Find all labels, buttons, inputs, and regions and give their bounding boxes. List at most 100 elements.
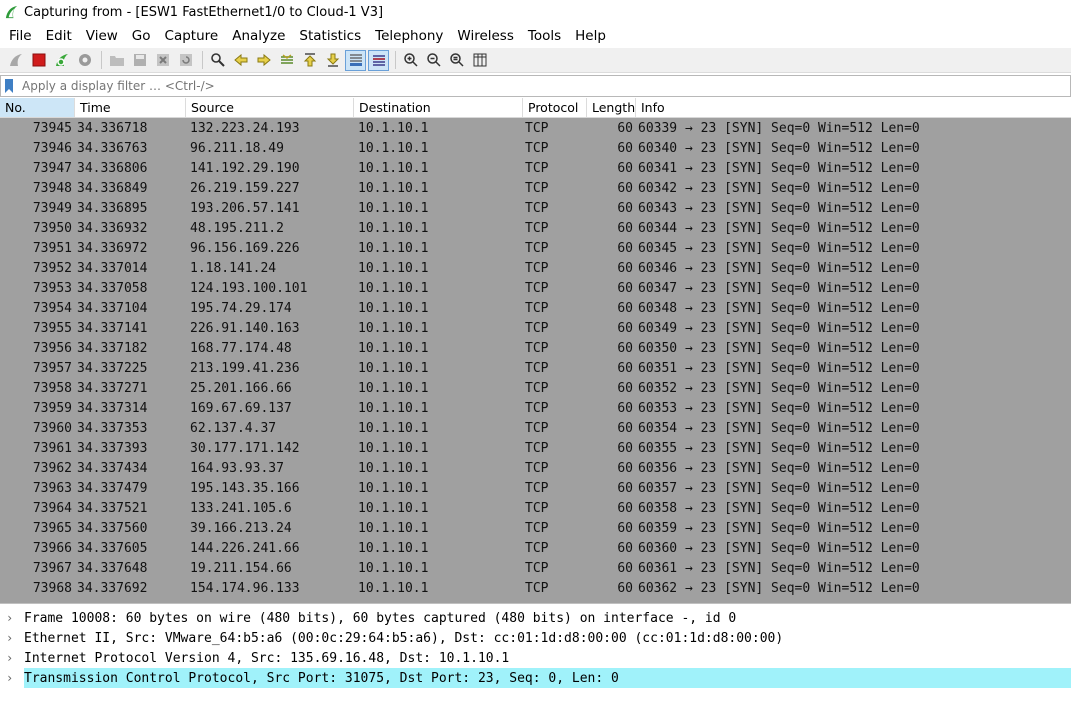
- go-first-packet-icon[interactable]: [299, 50, 320, 71]
- column-header-info[interactable]: Info: [636, 98, 1071, 117]
- packet-cell-dst: 10.1.10.1: [358, 220, 429, 236]
- display-filter-bar: [0, 75, 1071, 97]
- packet-cell-dst: 10.1.10.1: [358, 580, 429, 596]
- save-file-icon[interactable]: [129, 50, 150, 71]
- packet-row[interactable]: 73947 34.336806 141.192.29.190 10.1.10.1 TCP…: [0, 158, 1071, 178]
- menu-tools[interactable]: Tools: [521, 28, 568, 44]
- detail-tree-item[interactable]: › Ethernet II, Src: VMware_64:b5:a6 (00:0…: [0, 628, 1071, 648]
- menu-view[interactable]: View: [79, 28, 125, 44]
- packet-row[interactable]: 73967 34.337648 19.211.154.66 10.1.10.1 TCP 6…: [0, 558, 1071, 578]
- stop-capture-icon[interactable]: [28, 50, 49, 71]
- packet-cell-src: 48.195.211.2: [190, 220, 284, 236]
- menu-telephony[interactable]: Telephony: [368, 28, 450, 44]
- packet-cell-src: 144.226.241.66: [190, 540, 300, 556]
- packet-row[interactable]: 73960 34.337353 62.137.4.37 10.1.10.1 TCP 60 6…: [0, 418, 1071, 438]
- detail-tree-item[interactable]: › Transmission Control Protocol, Src Port…: [0, 668, 1071, 688]
- expand-arrow-icon[interactable]: ›: [0, 671, 24, 685]
- zoom-out-icon[interactable]: [423, 50, 444, 71]
- menu-analyze[interactable]: Analyze: [225, 28, 292, 44]
- packet-row[interactable]: 73961 34.337393 30.177.171.142 10.1.10.1 TCP…: [0, 438, 1071, 458]
- zoom-in-icon[interactable]: [400, 50, 421, 71]
- packet-row[interactable]: 73966 34.337605 144.226.241.66 10.1.10.1 TCP…: [0, 538, 1071, 558]
- packet-cell-len: 60: [617, 460, 633, 476]
- expand-arrow-icon[interactable]: ›: [0, 631, 24, 645]
- packet-cell-src: 25.201.166.66: [190, 380, 292, 396]
- packet-cell-no: 73950: [32, 220, 72, 236]
- go-to-packet-icon[interactable]: [276, 50, 297, 71]
- capture-options-icon[interactable]: [74, 50, 95, 71]
- menu-edit[interactable]: Edit: [39, 28, 79, 44]
- packet-row[interactable]: 73946 34.336763 96.211.18.49 10.1.10.1 TCP 60…: [0, 138, 1071, 158]
- resize-columns-icon[interactable]: [469, 50, 490, 71]
- packet-cell-proto: TCP: [525, 540, 549, 556]
- packet-cell-len: 60: [617, 120, 633, 136]
- packet-row[interactable]: 73952 34.337014 1.18.141.24 10.1.10.1 TCP 60 6…: [0, 258, 1071, 278]
- bookmark-icon[interactable]: [4, 77, 18, 95]
- packet-cell-no: 73964: [32, 500, 72, 516]
- menu-help[interactable]: Help: [568, 28, 613, 44]
- go-last-packet-icon[interactable]: [322, 50, 343, 71]
- display-filter-input[interactable]: [22, 79, 1070, 93]
- packet-row[interactable]: 73958 34.337271 25.201.166.66 10.1.10.1 TCP 6…: [0, 378, 1071, 398]
- normal-size-icon[interactable]: [446, 50, 467, 71]
- packet-cell-dst: 10.1.10.1: [358, 540, 429, 556]
- packet-cell-src: 39.166.213.24: [190, 520, 292, 536]
- packet-cell-src: 124.193.100.101: [190, 280, 308, 296]
- detail-tree-item[interactable]: › Frame 10008: 60 bytes on wire (480 bits…: [0, 608, 1071, 628]
- auto-scroll-icon[interactable]: [345, 49, 366, 71]
- packet-row[interactable]: 73948 34.336849 26.219.159.227 10.1.10.1 TCP…: [0, 178, 1071, 198]
- packet-cell-info: 60356 → 23 [SYN] Seq=0 Win=512 Len=0: [638, 460, 920, 476]
- packet-cell-len: 60: [617, 480, 633, 496]
- packet-row[interactable]: 73951 34.336972 96.156.169.226 10.1.10.1 TCP…: [0, 238, 1071, 258]
- packet-list[interactable]: No. Time Source Destination Protocol Len…: [0, 98, 1071, 604]
- detail-tree-item[interactable]: › Internet Protocol Version 4, Src: 135.6…: [0, 648, 1071, 668]
- packet-row[interactable]: 73959 34.337314 169.67.69.137 10.1.10.1 TCP 6…: [0, 398, 1071, 418]
- packet-cell-info: 60352 → 23 [SYN] Seq=0 Win=512 Len=0: [638, 380, 920, 396]
- packet-cell-no: 73966: [32, 540, 72, 556]
- packet-cell-time: 34.337479: [77, 480, 148, 496]
- menu-go[interactable]: Go: [125, 28, 158, 44]
- packet-row[interactable]: 73949 34.336895 193.206.57.141 10.1.10.1 TCP…: [0, 198, 1071, 218]
- packet-row[interactable]: 73965 34.337560 39.166.213.24 10.1.10.1 TCP 6…: [0, 518, 1071, 538]
- expand-arrow-icon[interactable]: ›: [0, 651, 24, 665]
- shark-fin-start-icon[interactable]: [5, 50, 26, 71]
- packet-row[interactable]: 73950 34.336932 48.195.211.2 10.1.10.1 TCP 60…: [0, 218, 1071, 238]
- packet-row[interactable]: 73964 34.337521 133.241.105.6 10.1.10.1 TCP 6…: [0, 498, 1071, 518]
- reload-file-icon[interactable]: [175, 50, 196, 71]
- packet-row[interactable]: 73953 34.337058 124.193.100.101 10.1.10.1 TC…: [0, 278, 1071, 298]
- packet-cell-proto: TCP: [525, 520, 549, 536]
- go-back-icon[interactable]: [230, 50, 251, 71]
- packet-row[interactable]: 73963 34.337479 195.143.35.166 10.1.10.1 TCP…: [0, 478, 1071, 498]
- packet-row[interactable]: 73954 34.337104 195.74.29.174 10.1.10.1 TCP 6…: [0, 298, 1071, 318]
- menu-wireless[interactable]: Wireless: [450, 28, 521, 44]
- packet-row[interactable]: 73945 34.336718 132.223.24.193 10.1.10.1 TCP…: [0, 118, 1071, 138]
- packet-cell-len: 60: [617, 420, 633, 436]
- close-file-icon[interactable]: [152, 50, 173, 71]
- expand-arrow-icon[interactable]: ›: [0, 611, 24, 625]
- menu-statistics[interactable]: Statistics: [292, 28, 368, 44]
- packet-row[interactable]: 73968 34.337692 154.174.96.133 10.1.10.1 TCP…: [0, 578, 1071, 598]
- packet-cell-len: 60: [617, 160, 633, 176]
- packet-row[interactable]: 73956 34.337182 168.77.174.48 10.1.10.1 TCP 6…: [0, 338, 1071, 358]
- column-header-no[interactable]: No.: [0, 98, 75, 117]
- packet-row[interactable]: 73955 34.337141 226.91.140.163 10.1.10.1 TCP…: [0, 318, 1071, 338]
- column-header-length[interactable]: Length: [587, 98, 636, 117]
- menu-file[interactable]: File: [2, 28, 39, 44]
- packet-row[interactable]: 73957 34.337225 213.199.41.236 10.1.10.1 TCP…: [0, 358, 1071, 378]
- column-header-time[interactable]: Time: [75, 98, 186, 117]
- colorize-icon[interactable]: [368, 49, 389, 71]
- restart-capture-icon[interactable]: [51, 50, 72, 71]
- packet-cell-src: 154.174.96.133: [190, 580, 300, 596]
- packet-cell-time: 34.337058: [77, 280, 148, 296]
- packet-cell-dst: 10.1.10.1: [358, 140, 429, 156]
- go-forward-icon[interactable]: [253, 50, 274, 71]
- column-header-protocol[interactable]: Protocol: [523, 98, 587, 117]
- column-header-destination[interactable]: Destination: [354, 98, 523, 117]
- packet-cell-len: 60: [617, 180, 633, 196]
- find-packet-icon[interactable]: [207, 50, 228, 71]
- open-file-icon[interactable]: [106, 50, 127, 71]
- packet-cell-no: 73956: [32, 340, 72, 356]
- packet-row[interactable]: 73962 34.337434 164.93.93.37 10.1.10.1 TCP 60…: [0, 458, 1071, 478]
- column-header-source[interactable]: Source: [186, 98, 354, 117]
- menu-capture[interactable]: Capture: [158, 28, 226, 44]
